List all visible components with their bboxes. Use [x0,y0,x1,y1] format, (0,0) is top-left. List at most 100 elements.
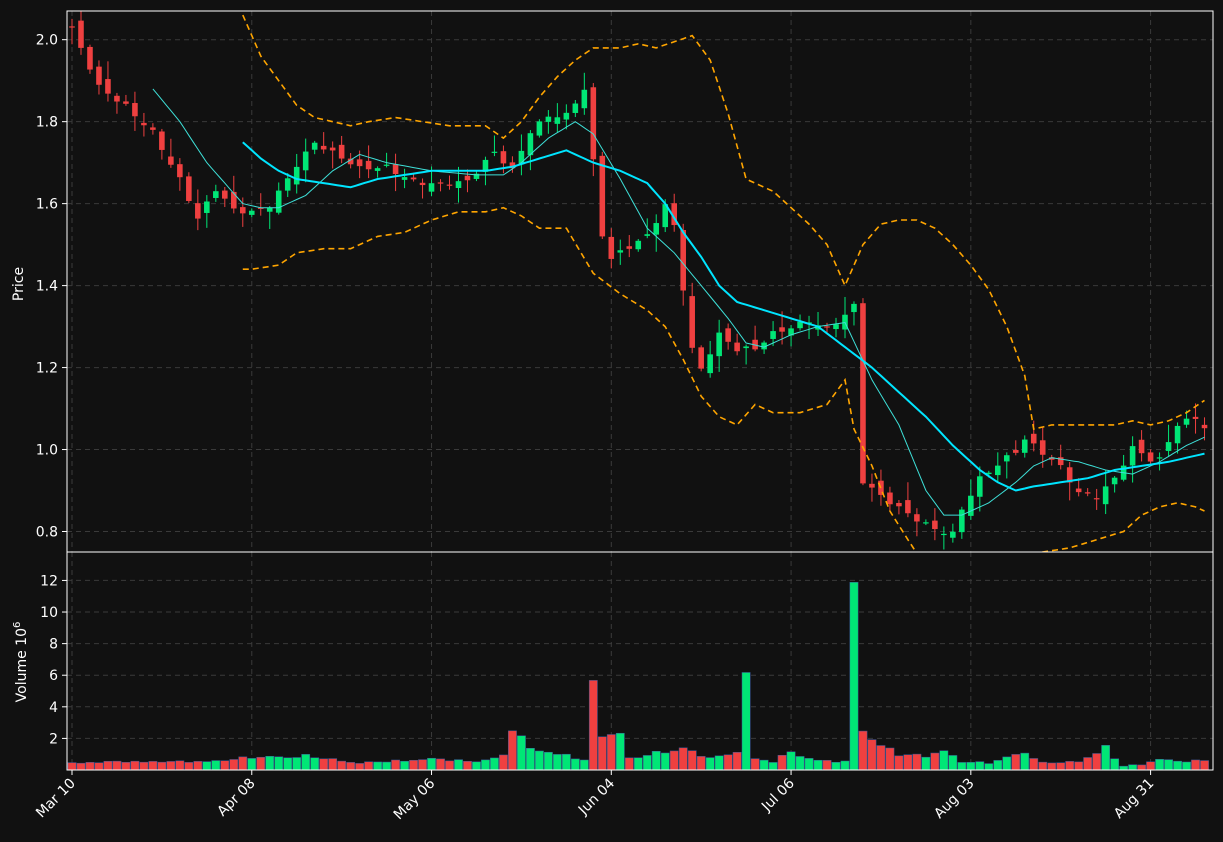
candle-body [689,296,695,348]
candle-body [1156,457,1163,459]
candle-body [365,160,372,170]
volume-bar [966,762,976,771]
candle-body [284,178,291,191]
volume-bar [1083,757,1093,771]
volume-bar [552,754,562,771]
candle-body [222,190,228,199]
volume-bar [310,757,320,771]
volume-bar [418,759,427,771]
volume-bar [948,755,958,771]
volume-bar [256,756,266,771]
volume-bar [211,760,221,771]
candle-body [500,151,507,164]
volume-bar [894,755,904,771]
volume-bar [346,762,356,771]
volume-bar [112,760,122,771]
volume-bar [508,730,517,771]
candle-body [1075,488,1082,493]
candle-body [1021,439,1028,453]
candle-body [311,142,318,150]
volume-bar [561,753,571,771]
volume-bar [903,754,913,771]
volume-bar [454,759,463,771]
volume-bar [247,758,257,771]
volume-bar [166,761,176,771]
volume-bar [1101,745,1111,771]
price-tick-label: 2.0 [36,33,58,49]
candle-body [626,246,633,249]
volume-bar [391,759,400,771]
candle-body [186,176,192,201]
candle-body [1003,455,1010,462]
candle-body [320,145,327,150]
candle-body [779,327,785,332]
volume-bar [472,761,481,771]
volume-bar [1029,758,1039,771]
candle-body [87,46,93,70]
candle-body [105,79,111,94]
volume-bar [436,758,445,771]
candle-body [168,156,174,165]
candle-body [248,210,255,215]
volume-bar [85,762,95,771]
volume-bar [481,759,490,771]
volume-bar [445,760,454,771]
volume-bar [274,756,284,771]
candle-body [419,182,426,186]
candle-body [78,20,84,48]
candle-body [1102,486,1109,505]
candle-body [932,520,938,530]
volume-axis-label-exponent: 6 [12,622,23,628]
volume-bar [984,763,994,771]
volume-bar [633,757,643,771]
candle-body [995,465,1001,476]
price-tick-label: 1.2 [36,361,58,377]
candle-body [356,159,363,167]
candle-body [734,342,740,352]
candle-body [239,207,246,214]
candle-body [410,177,417,180]
candle-body [123,101,129,104]
volume-bar [319,758,329,771]
volume-bar [535,750,544,771]
volume-bar [364,761,373,771]
candle-body [213,191,219,198]
volume-bar [220,760,230,771]
volume-bar [103,761,113,771]
volume-bar [283,757,293,771]
volume-bar [76,762,86,771]
volume-bar [840,760,850,771]
candle-body [869,483,875,488]
volume-bar [1146,761,1155,771]
volume-tick-label: 6 [49,668,58,684]
candle-body [293,166,300,185]
volume-bar [1164,759,1173,771]
volume-bar [687,750,697,771]
candle-body [96,66,102,85]
candle-body [114,95,120,102]
candle-body [536,121,543,136]
candle-body [383,164,390,166]
candle-body [491,151,498,153]
volume-bar [741,672,751,771]
volume-bar [175,760,185,771]
volume-bar [606,734,616,771]
volume-bar [669,750,679,771]
candle-body [141,122,147,126]
candle-body [563,112,570,120]
volume-axis-label-text: Volume 10 [14,628,30,702]
volume-bar [1011,754,1021,771]
candle-body [644,234,651,236]
volume-bar [642,755,652,771]
volume-bar [202,761,212,771]
candle-body [977,476,983,497]
candle-body [680,229,686,291]
candle-body [1129,446,1136,466]
volume-bar [858,730,868,771]
candle-body [428,183,435,192]
candle-body [1192,416,1199,419]
candle-body [923,522,929,524]
candle-body [1084,492,1091,494]
candle-body [959,509,965,533]
volume-bar [1128,764,1137,771]
